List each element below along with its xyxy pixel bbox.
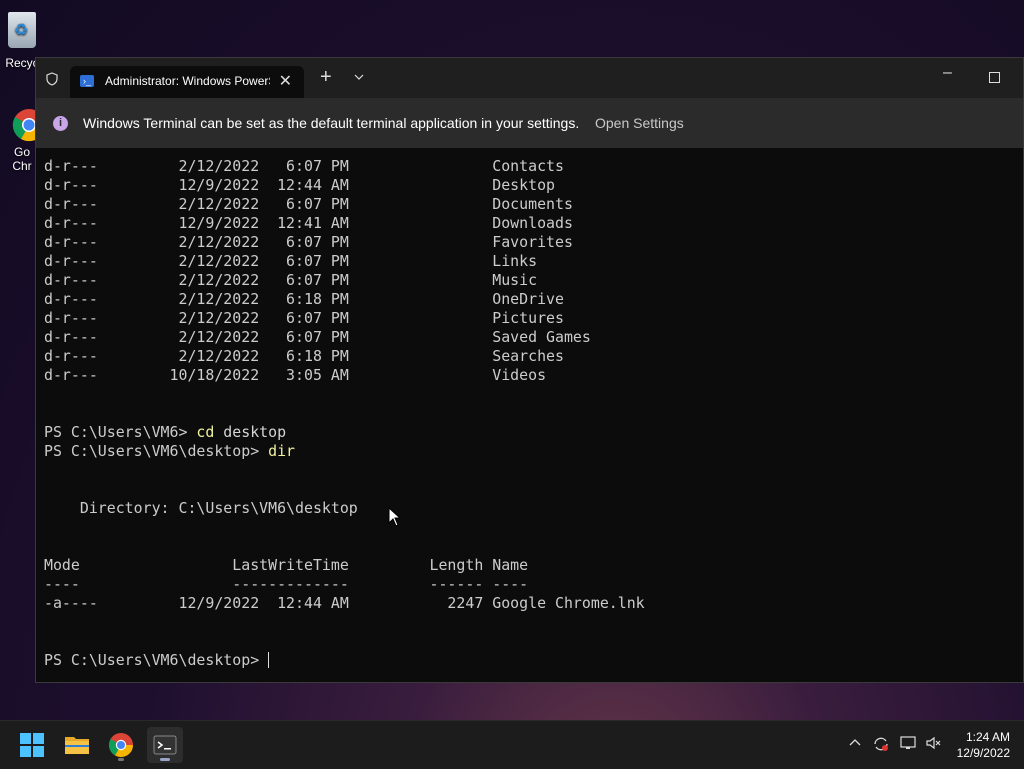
start-button[interactable] xyxy=(14,727,50,763)
close-tab-icon[interactable]: ✕ xyxy=(279,71,292,91)
tab-label: Administrator: Windows PowerShell xyxy=(105,74,270,88)
output-line: d-r--- 2/12/2022 6:07 PM Saved Games xyxy=(44,328,591,346)
output-line: d-r--- 12/9/2022 12:41 AM Downloads xyxy=(44,214,573,232)
output-line: d-r--- 2/12/2022 6:07 PM Contacts xyxy=(44,157,564,175)
new-tab-button[interactable]: + xyxy=(320,66,332,89)
info-icon: i xyxy=(53,116,68,131)
output-line: d-r--- 2/12/2022 6:07 PM Links xyxy=(44,252,538,270)
mouse-pointer-icon xyxy=(388,507,402,527)
text-cursor xyxy=(268,652,270,668)
info-bar: i Windows Terminal can be set as the def… xyxy=(36,98,1023,148)
output-line: d-r--- 2/12/2022 6:18 PM Searches xyxy=(44,347,564,365)
prompt: PS C:\Users\VM6> xyxy=(44,423,197,441)
clock-time: 1:24 AM xyxy=(965,730,1010,744)
file-explorer-icon xyxy=(65,737,89,754)
active-prompt-line[interactable]: PS C:\Users\VM6\desktop> xyxy=(44,651,645,670)
table-row: -a---- 12/9/2022 12:44 AM 2247 Google Ch… xyxy=(44,594,645,612)
file-explorer-button[interactable] xyxy=(59,727,95,763)
terminal-output[interactable]: d-r--- 2/12/2022 6:07 PM Contacts d-r---… xyxy=(44,157,645,670)
output-line: d-r--- 2/12/2022 6:07 PM Documents xyxy=(44,195,573,213)
prompt: PS C:\Users\VM6\desktop> xyxy=(44,651,269,669)
clock-date: 12/9/2022 xyxy=(956,746,1010,760)
system-clock[interactable]: 1:24 AM 12/9/2022 xyxy=(957,729,1010,761)
command-arg: desktop xyxy=(214,423,287,441)
directory-header: Directory: C:\Users\VM6\desktop xyxy=(44,499,358,517)
terminal-taskbar-button[interactable] xyxy=(147,727,183,763)
network-icon[interactable] xyxy=(899,735,917,754)
taskbar: 1:24 AM 12/9/2022 xyxy=(0,720,1024,769)
table-separator: ---- ------------- ------ ---- xyxy=(44,575,529,593)
command-line-dir: PS C:\Users\VM6\desktop> dir xyxy=(44,442,645,461)
output-line: d-r--- 10/18/2022 3:05 AM Videos xyxy=(44,366,547,384)
output-line: d-r--- 12/9/2022 12:44 AM Desktop xyxy=(44,176,556,194)
speaker-muted-icon[interactable] xyxy=(925,735,943,754)
open-settings-link[interactable]: Open Settings xyxy=(595,115,684,131)
output-line: d-r--- 2/12/2022 6:07 PM Favorites xyxy=(44,233,573,251)
recycle-bin-icon: ♻ xyxy=(4,8,40,52)
chrome-taskbar-button[interactable] xyxy=(103,727,139,763)
running-indicator xyxy=(118,758,124,761)
minimize-button[interactable]: – xyxy=(943,64,952,82)
terminal-window[interactable]: ›_ Administrator: Windows PowerShell ✕ +… xyxy=(35,57,1024,683)
command: dir xyxy=(268,442,296,460)
prompt: PS C:\Users\VM6\desktop> xyxy=(44,442,269,460)
chevron-up-icon[interactable] xyxy=(848,735,862,752)
sync-icon[interactable] xyxy=(872,735,890,756)
output-line: d-r--- 2/12/2022 6:07 PM Pictures xyxy=(44,309,564,327)
output-line: d-r--- 2/12/2022 6:07 PM Music xyxy=(44,271,538,289)
chevron-down-icon[interactable] xyxy=(354,72,364,84)
table-header: Mode LastWriteTime Length Name xyxy=(44,556,529,574)
powershell-icon: ›_ xyxy=(80,75,94,87)
command-line-cd: PS C:\Users\VM6> cd desktop xyxy=(44,423,645,442)
maximize-button[interactable] xyxy=(989,72,1000,83)
command: cd xyxy=(196,423,215,441)
title-bar[interactable]: ›_ Administrator: Windows PowerShell ✕ +… xyxy=(36,58,1023,98)
shield-icon xyxy=(46,72,58,86)
tab-powershell[interactable]: ›_ Administrator: Windows PowerShell ✕ xyxy=(70,66,304,98)
output-line: d-r--- 2/12/2022 6:18 PM OneDrive xyxy=(44,290,564,308)
active-indicator xyxy=(160,758,170,761)
info-message: Windows Terminal can be set as the defau… xyxy=(83,115,580,131)
